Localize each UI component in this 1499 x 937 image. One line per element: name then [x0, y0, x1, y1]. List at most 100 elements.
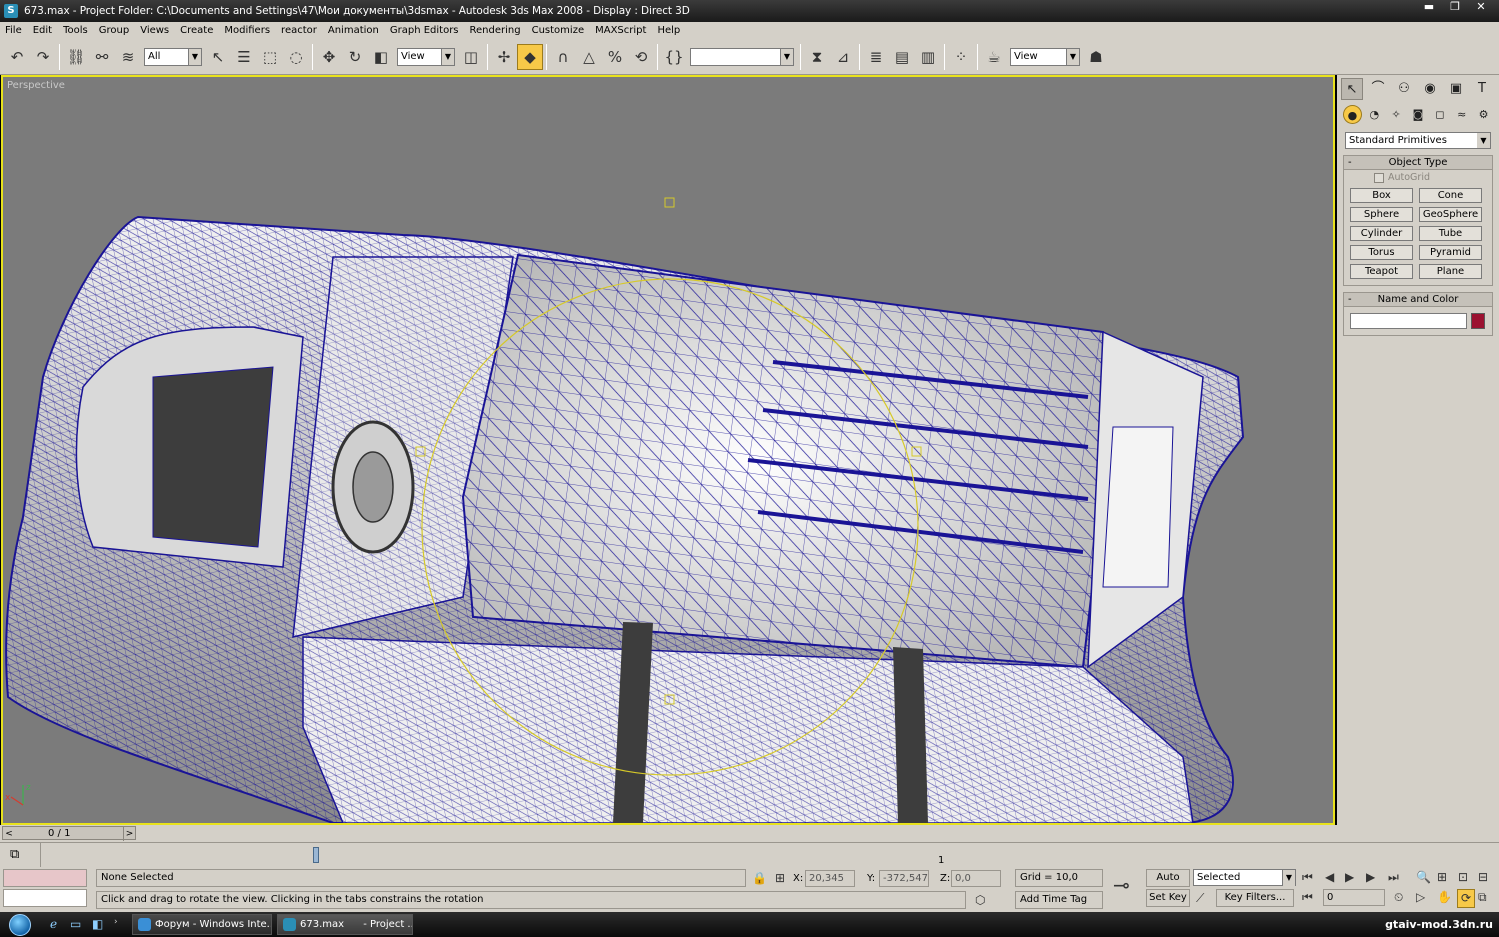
geosphere-button[interactable]: GeoSphere — [1419, 207, 1482, 222]
snaps-toggle-icon[interactable]: ∩ — [550, 44, 576, 70]
absolute-mode-icon[interactable]: ⊞ — [775, 870, 785, 887]
layer-manager-icon[interactable]: ≣ — [863, 44, 889, 70]
percent-snap-icon[interactable]: % — [602, 44, 628, 70]
shapes-icon[interactable]: ◔ — [1365, 105, 1384, 124]
minimize-button[interactable]: ▬ — [1419, 0, 1439, 14]
z-coordinate-field[interactable]: 0,0 — [951, 870, 1001, 887]
hierarchy-tab-icon[interactable]: ⚇ — [1393, 78, 1415, 100]
previous-frame-arrow-icon[interactable]: < — [3, 827, 15, 841]
cameras-icon[interactable]: ◙ — [1409, 105, 1428, 124]
space-warps-icon[interactable]: ≈ — [1452, 105, 1471, 124]
lights-icon[interactable]: ✧ — [1387, 105, 1406, 124]
zoom-all-icon[interactable]: ⊞ — [1437, 869, 1447, 886]
select-by-name-icon[interactable]: ☰ — [231, 44, 257, 70]
3dsmax-app-icon[interactable]: S — [4, 4, 18, 18]
redo-icon[interactable]: ↷ — [30, 44, 56, 70]
teapot-button[interactable]: Teapot — [1350, 264, 1413, 279]
maxscript-listener-mini[interactable] — [3, 869, 87, 887]
perspective-viewport[interactable]: Perspective z x — [1, 75, 1335, 825]
select-and-link-icon[interactable]: ⛓ — [63, 44, 89, 70]
taskbar-item-3dsmax[interactable]: 673.max - Project ... — [277, 914, 413, 935]
reference-coordinate-dropdown[interactable]: View ▼ — [397, 47, 455, 66]
quick-launch-chevron-icon[interactable]: › — [114, 917, 118, 927]
mirror-icon[interactable]: ⧗ — [804, 44, 830, 70]
autogrid-checkbox-row[interactable]: AutoGrid — [1344, 170, 1492, 186]
keyboard-shortcut-override-icon[interactable]: ◆ — [517, 43, 543, 70]
schematic-view-icon[interactable]: ▥ — [915, 44, 941, 70]
quick-render-teapot-icon[interactable]: ☗ — [1083, 44, 1109, 70]
zoom-extents-icon[interactable]: ⊡ — [1458, 869, 1468, 886]
material-editor-icon[interactable]: ⁘ — [948, 44, 974, 70]
switch-windows-icon[interactable]: ◧ — [92, 917, 103, 931]
object-name-field[interactable] — [1350, 313, 1467, 329]
curve-editor-icon[interactable]: ▤ — [889, 44, 915, 70]
menu-views[interactable]: Views — [140, 25, 169, 36]
select-and-rotate-icon[interactable]: ↻ — [342, 44, 368, 70]
edit-named-selection-icon[interactable]: {} — [661, 44, 687, 70]
next-frame-arrow-icon[interactable]: > — [123, 827, 135, 841]
select-and-manipulate-icon[interactable]: ✢ — [491, 44, 517, 70]
zoom-extents-all-icon[interactable]: ⊟ — [1478, 869, 1488, 886]
menu-edit[interactable]: Edit — [33, 25, 52, 36]
taskbar-item-forum[interactable]: Форум - Windows Inte... — [132, 914, 272, 935]
pyramid-button[interactable]: Pyramid — [1419, 245, 1482, 260]
show-desktop-icon[interactable]: ▭ — [70, 917, 81, 931]
time-tag-icon[interactable]: ⬡ — [975, 892, 985, 909]
go-to-start-icon[interactable]: ⏮ — [1302, 869, 1313, 886]
object-category-dropdown[interactable]: Standard Primitives ▼ — [1345, 132, 1491, 149]
menu-create[interactable]: Create — [180, 25, 213, 36]
sphere-button[interactable]: Sphere — [1350, 207, 1413, 222]
track-ruler[interactable] — [40, 843, 1499, 868]
menu-tools[interactable]: Tools — [63, 25, 88, 36]
menu-maxscript[interactable]: MAXScript — [595, 25, 646, 36]
name-and-color-rollout-header[interactable]: - Name and Color — [1344, 293, 1492, 307]
box-button[interactable]: Box — [1350, 188, 1413, 203]
y-coordinate-field[interactable]: -372,547 — [879, 870, 929, 887]
display-tab-icon[interactable]: ▣ — [1445, 78, 1467, 100]
time-configuration-icon[interactable]: ⏲ — [1394, 889, 1403, 906]
object-color-swatch[interactable] — [1471, 313, 1485, 329]
default-in-out-tangent-icon[interactable]: ⟋ — [1196, 890, 1204, 907]
menu-rendering[interactable]: Rendering — [470, 25, 521, 36]
create-tab-icon[interactable]: ↖ — [1341, 78, 1363, 100]
field-of-view-icon[interactable]: ▷ — [1416, 889, 1425, 906]
unlink-selection-icon[interactable]: ⚯ — [89, 44, 115, 70]
systems-icon[interactable]: ⚙ — [1474, 105, 1493, 124]
pivot-center-icon[interactable]: ◫ — [458, 44, 484, 70]
bind-to-space-warp-icon[interactable]: ≋ — [115, 44, 141, 70]
menu-file[interactable]: File — [5, 25, 22, 36]
menu-graph-editors[interactable]: Graph Editors — [390, 25, 459, 36]
helpers-icon[interactable]: ◻ — [1430, 105, 1449, 124]
restore-button[interactable]: ❐ — [1445, 0, 1465, 14]
start-button[interactable] — [2, 912, 38, 937]
next-frame-icon[interactable]: ▶ — [1366, 869, 1375, 886]
mini-curve-editor-icon[interactable]: ⧉ — [10, 847, 19, 862]
torus-button[interactable]: Torus — [1350, 245, 1413, 260]
maxscript-input-mini[interactable] — [3, 889, 87, 907]
zoom-icon[interactable]: 🔍 — [1416, 869, 1431, 886]
add-time-tag-button[interactable]: Add Time Tag — [1015, 891, 1103, 909]
object-type-rollout-header[interactable]: - Object Type — [1344, 156, 1492, 170]
go-to-end-icon[interactable]: ⏭ — [1388, 869, 1399, 886]
window-crossing-icon[interactable]: ◌ — [283, 44, 309, 70]
utilities-tab-icon[interactable]: T — [1471, 78, 1493, 100]
menu-reactor[interactable]: reactor — [281, 25, 317, 36]
track-bar[interactable]: ⧉ 1 — [0, 842, 1499, 868]
key-mode-dropdown[interactable]: Selected ▼ — [1193, 869, 1296, 886]
motion-tab-icon[interactable]: ◉ — [1419, 78, 1441, 100]
select-object-icon[interactable]: ↖ — [205, 44, 231, 70]
align-icon[interactable]: ⊿ — [830, 44, 856, 70]
rectangular-selection-icon[interactable]: ⬚ — [257, 44, 283, 70]
menu-customize[interactable]: Customize — [532, 25, 585, 36]
autogrid-checkbox[interactable] — [1374, 172, 1384, 183]
tube-button[interactable]: Tube — [1419, 226, 1482, 241]
undo-icon[interactable]: ↶ — [4, 44, 30, 70]
modify-tab-icon[interactable]: ⌒ — [1367, 78, 1389, 100]
select-and-scale-icon[interactable]: ◧ — [368, 44, 394, 70]
x-coordinate-field[interactable]: 20,345 — [805, 870, 855, 887]
pan-view-icon[interactable]: ✋ — [1437, 889, 1452, 906]
menu-modifiers[interactable]: Modifiers — [224, 25, 270, 36]
menu-help[interactable]: Help — [657, 25, 680, 36]
menu-group[interactable]: Group — [99, 25, 129, 36]
named-selection-dropdown[interactable]: ▼ — [690, 47, 794, 66]
